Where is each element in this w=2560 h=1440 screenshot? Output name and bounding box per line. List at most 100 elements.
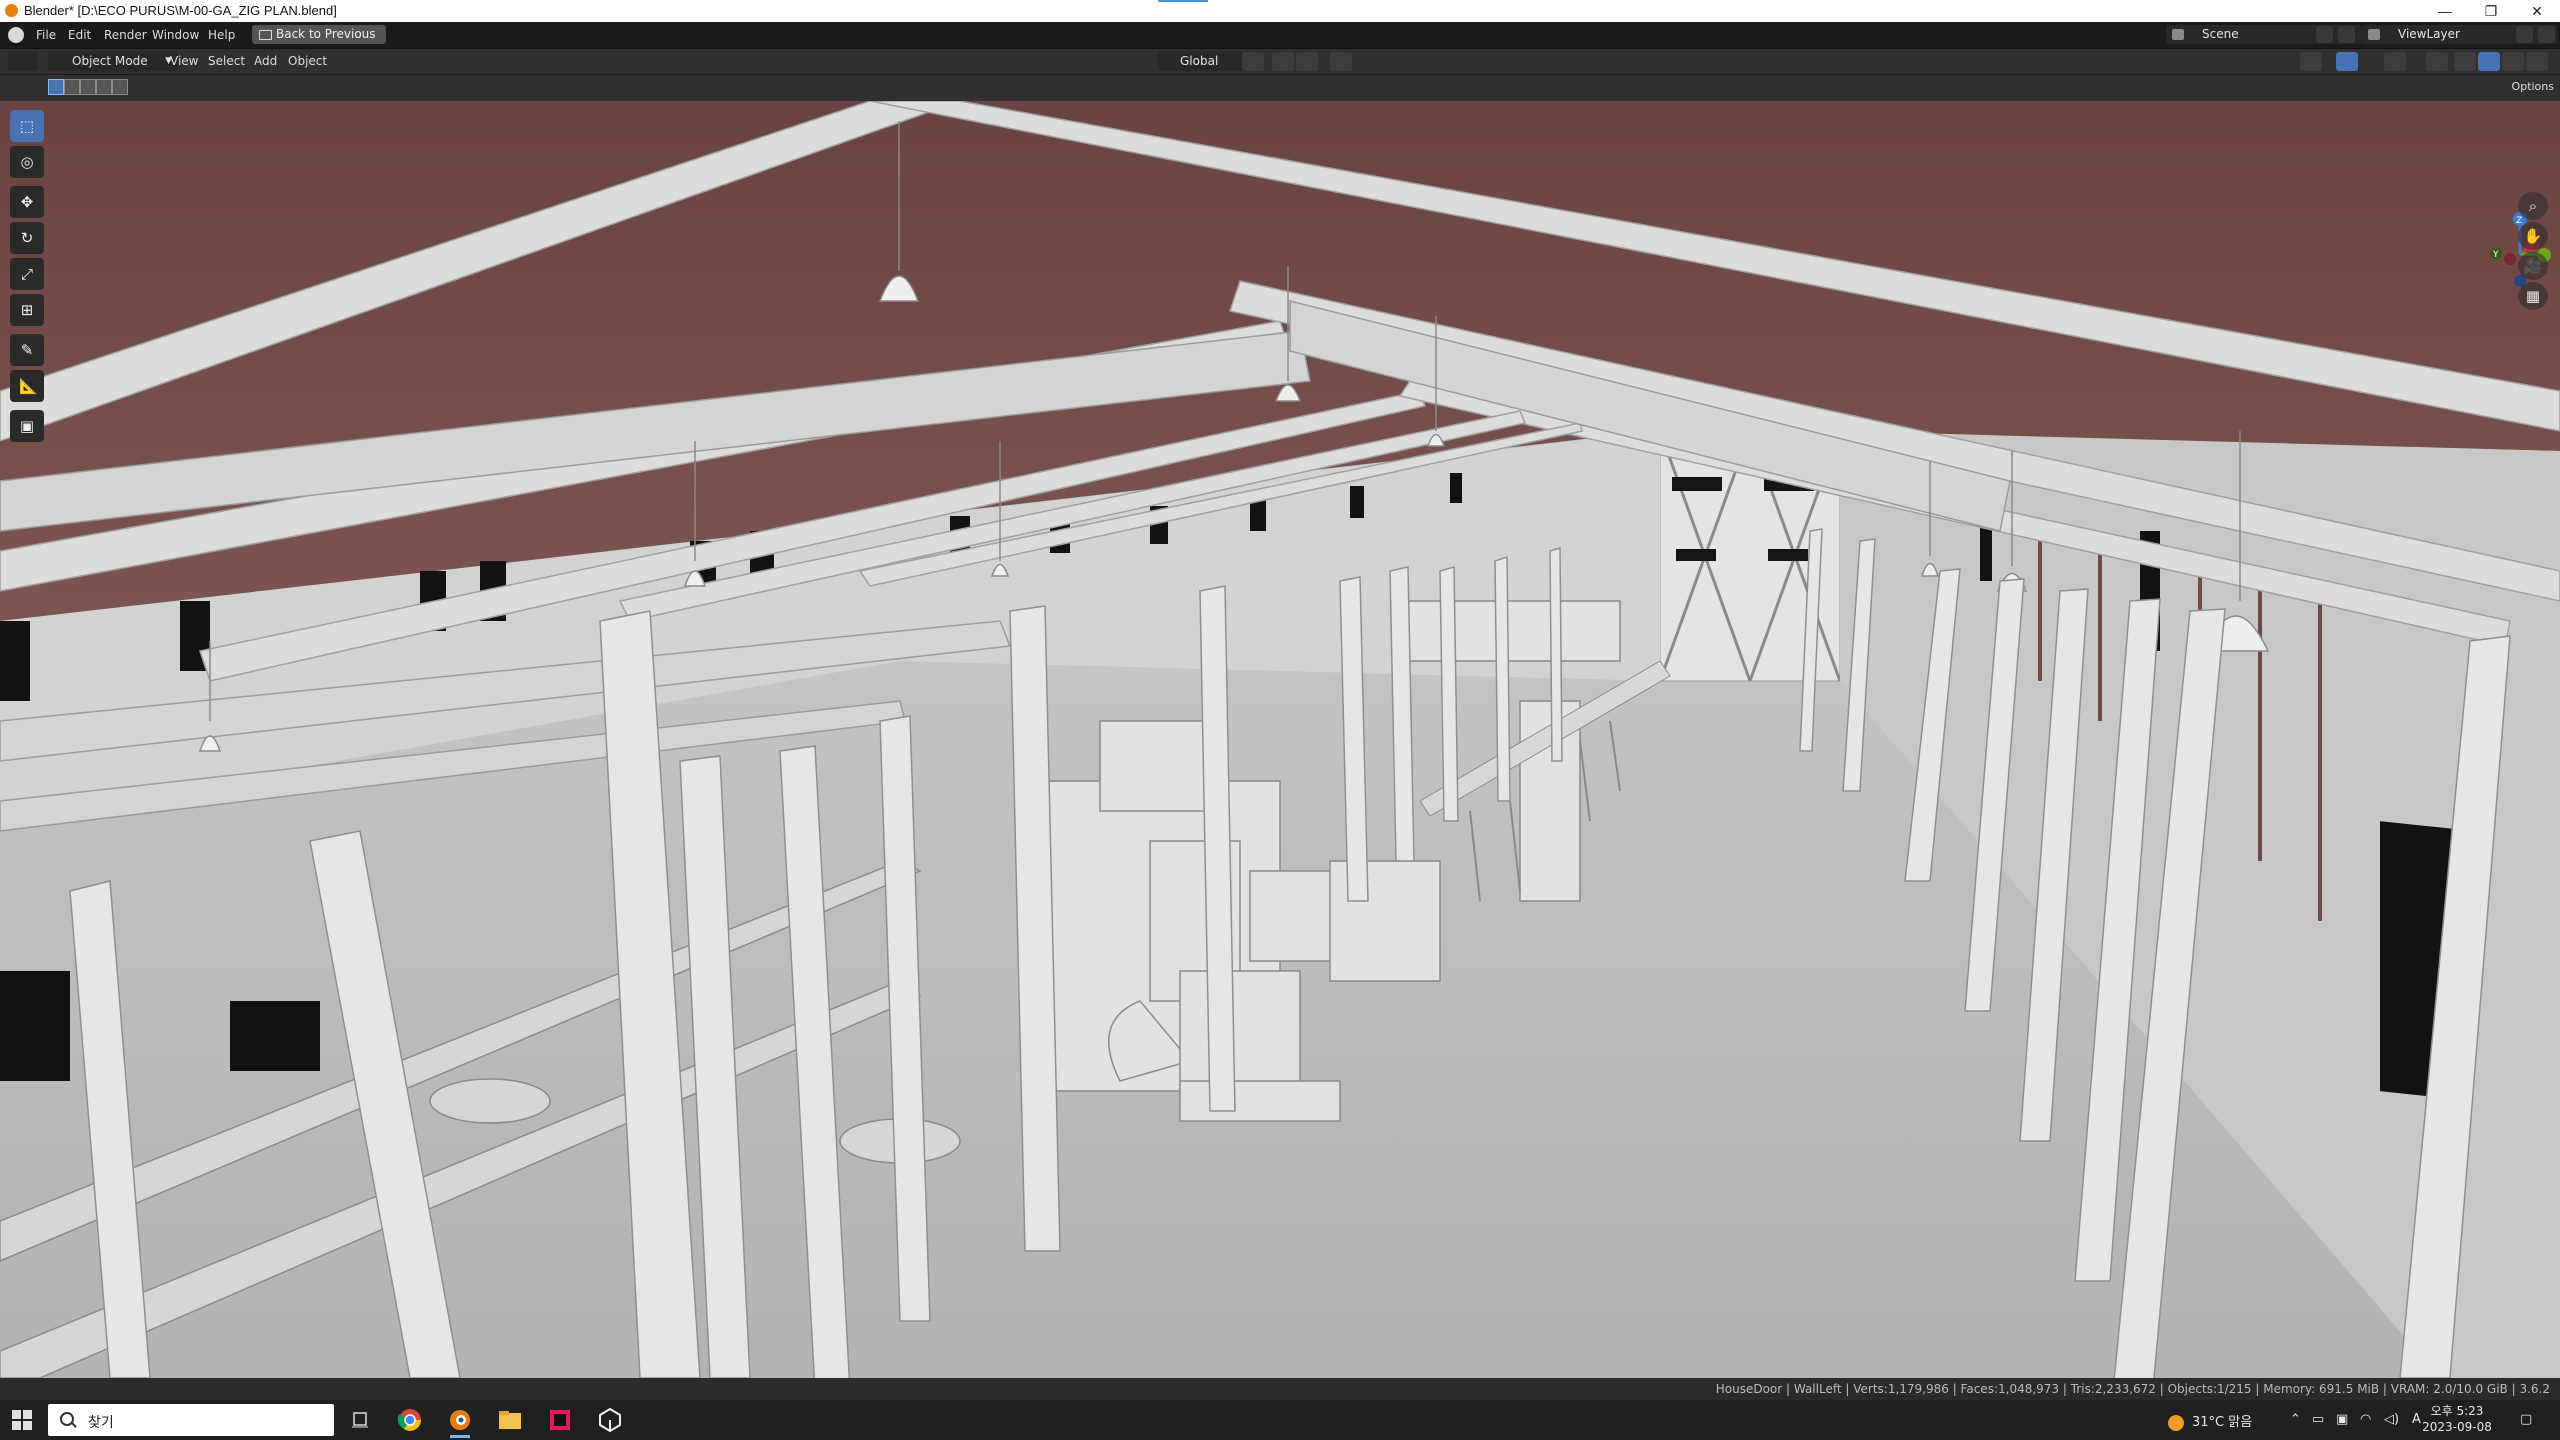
gizmo-z-label: Z <box>2516 216 2522 226</box>
rotate-tool[interactable]: ↻ <box>10 222 44 254</box>
add-cube-tool[interactable]: ▣ <box>10 410 44 442</box>
menu-help[interactable]: Help <box>208 28 235 42</box>
delete-scene-button[interactable] <box>2338 26 2355 43</box>
notification-icon[interactable]: ▢ <box>2520 1412 2532 1427</box>
select-box-tool[interactable]: ⬚ <box>10 110 44 142</box>
shading-material-button[interactable] <box>2502 52 2524 71</box>
blender-menu-icon[interactable] <box>8 27 24 43</box>
windows-taskbar: 찾기 31°C 맑음 ⌃ ▭ ▣ ◠ ◁) A 오후 5:23 2023-09-… <box>0 1400 2560 1440</box>
search-placeholder: 찾기 <box>88 1415 114 1431</box>
clock-time: 오후 5:23 <box>2430 1404 2484 1418</box>
scale-tool[interactable]: ⤢ <box>10 258 44 290</box>
search-icon <box>60 1412 74 1426</box>
window-title-bar: Blender* [D:\ECO PURUS\M-00-GA_ZIG PLAN.… <box>0 0 2560 22</box>
back-window <box>1672 477 1722 491</box>
add-cube-icon: ▣ <box>19 417 35 435</box>
menu-file[interactable]: File <box>36 28 56 42</box>
pan-icon[interactable]: ✋ <box>2518 222 2548 250</box>
gizmo-y-label: Y <box>2492 250 2499 260</box>
xray-toggle-button[interactable] <box>2426 52 2448 71</box>
move-icon: ✥ <box>20 193 34 211</box>
measure-icon: 📐 <box>19 377 38 395</box>
overlay-toggle-button[interactable] <box>2384 52 2406 71</box>
visibility-button[interactable] <box>2300 52 2322 71</box>
cursor-tool[interactable]: ◎ <box>10 146 44 178</box>
cursor-icon: ◎ <box>20 153 34 171</box>
axis-gizmo[interactable]: Z Y <box>2480 209 2560 299</box>
camera-icon[interactable]: 🎥 <box>2518 252 2548 280</box>
select-mode-set[interactable] <box>48 79 64 95</box>
options-dropdown[interactable]: Options <box>2512 80 2554 93</box>
menu-add[interactable]: Add <box>254 54 277 68</box>
scale-icon: ⤢ <box>20 265 33 283</box>
select-box-icon: ⬚ <box>19 117 35 135</box>
menu-view[interactable]: View <box>170 54 198 68</box>
mode-selector[interactable]: Object Mode ▼ <box>48 52 178 71</box>
editor-type-button[interactable] <box>8 52 38 71</box>
menu-window[interactable]: Window <box>152 28 199 42</box>
taskbar-search-box[interactable]: 찾기 <box>48 1404 334 1436</box>
ortho-toggle-icon[interactable]: ▦ <box>2518 282 2548 310</box>
viewport-header: Object Mode ▼ View Select Add Object Glo… <box>0 49 2560 74</box>
menu-render[interactable]: Render <box>104 28 147 42</box>
move-tool[interactable]: ✥ <box>10 186 44 218</box>
maximize-button[interactable]: ❐ <box>2468 0 2514 22</box>
new-view-layer-button[interactable] <box>2516 26 2533 43</box>
shading-wireframe-button[interactable] <box>2454 52 2476 71</box>
measure-tool[interactable]: 📐 <box>10 370 44 402</box>
scene-name: Scene <box>2202 27 2239 41</box>
jetbrains-icon[interactable] <box>540 1405 580 1435</box>
file-explorer-icon[interactable] <box>490 1405 530 1435</box>
view-layer-icon <box>2368 29 2380 40</box>
status-bar: HouseDoor | WallLeft | Verts:1,179,986 |… <box>0 1378 2560 1400</box>
view-layer-name: ViewLayer <box>2398 27 2460 41</box>
navigation-gizmo[interactable]: Z Y <box>2480 209 2560 299</box>
chrome-icon[interactable] <box>390 1405 430 1435</box>
blender-taskbar-icon[interactable] <box>440 1405 480 1438</box>
close-button[interactable]: ✕ <box>2514 0 2560 22</box>
taskbar-clock[interactable]: 오후 5:23 2023-09-08 <box>2412 1403 2502 1435</box>
display-icon[interactable]: ▣ <box>2336 1412 2348 1427</box>
snap-target-button[interactable] <box>1296 52 1318 71</box>
blender-logo-icon <box>5 4 18 17</box>
orientation-label: Global <box>1180 54 1219 68</box>
title-accent <box>1158 0 1208 2</box>
back-to-previous-button[interactable]: Back to Previous <box>252 25 386 44</box>
volume-icon[interactable]: ◁) <box>2384 1412 2399 1427</box>
menu-select[interactable]: Select <box>208 54 245 68</box>
factory-scene <box>0 101 2560 1378</box>
weather-widget[interactable]: 31°C 맑음 <box>2168 1411 2252 1431</box>
select-mode-intersect[interactable] <box>112 79 128 95</box>
snap-toggle-button[interactable] <box>1272 52 1294 71</box>
network-icon[interactable]: ▭ <box>2312 1412 2324 1427</box>
select-mode-subtract[interactable] <box>80 79 96 95</box>
scene-icon <box>2172 29 2184 40</box>
minimize-button[interactable]: — <box>2422 0 2468 22</box>
transform-icon: ⊞ <box>20 301 34 319</box>
unity-icon[interactable] <box>590 1405 630 1435</box>
annotate-icon: ✎ <box>20 341 34 359</box>
back-window <box>1768 549 1808 561</box>
menu-edit[interactable]: Edit <box>68 28 91 42</box>
transform-tool[interactable]: ⊞ <box>10 294 44 326</box>
back-window <box>1676 549 1716 561</box>
annotate-tool[interactable]: ✎ <box>10 334 44 366</box>
tool-settings-row: Options <box>0 75 2560 101</box>
proportional-edit-button[interactable] <box>1330 52 1352 71</box>
task-view-icon[interactable] <box>340 1405 380 1435</box>
new-scene-button[interactable] <box>2316 26 2333 43</box>
chevron-up-icon[interactable]: ⌃ <box>2290 1412 2301 1427</box>
select-mode-extend[interactable] <box>64 79 80 95</box>
shading-rendered-button[interactable] <box>2526 52 2548 71</box>
delete-view-layer-button[interactable] <box>2538 26 2555 43</box>
pivot-point-button[interactable] <box>1242 52 1264 71</box>
menu-object[interactable]: Object <box>288 54 327 68</box>
3d-viewport[interactable]: Z Y <box>0 101 2560 1378</box>
shading-solid-button[interactable] <box>2478 52 2500 71</box>
windows-start-icon[interactable] <box>12 1410 32 1430</box>
top-menu-bar: File Edit Render Window Help Back to Pre… <box>0 22 2560 49</box>
zoom-icon[interactable]: ⌕ <box>2518 192 2548 220</box>
select-mode-difference[interactable] <box>96 79 112 95</box>
wifi-icon[interactable]: ◠ <box>2360 1412 2371 1427</box>
gizmo-toggle-button[interactable] <box>2336 52 2358 71</box>
